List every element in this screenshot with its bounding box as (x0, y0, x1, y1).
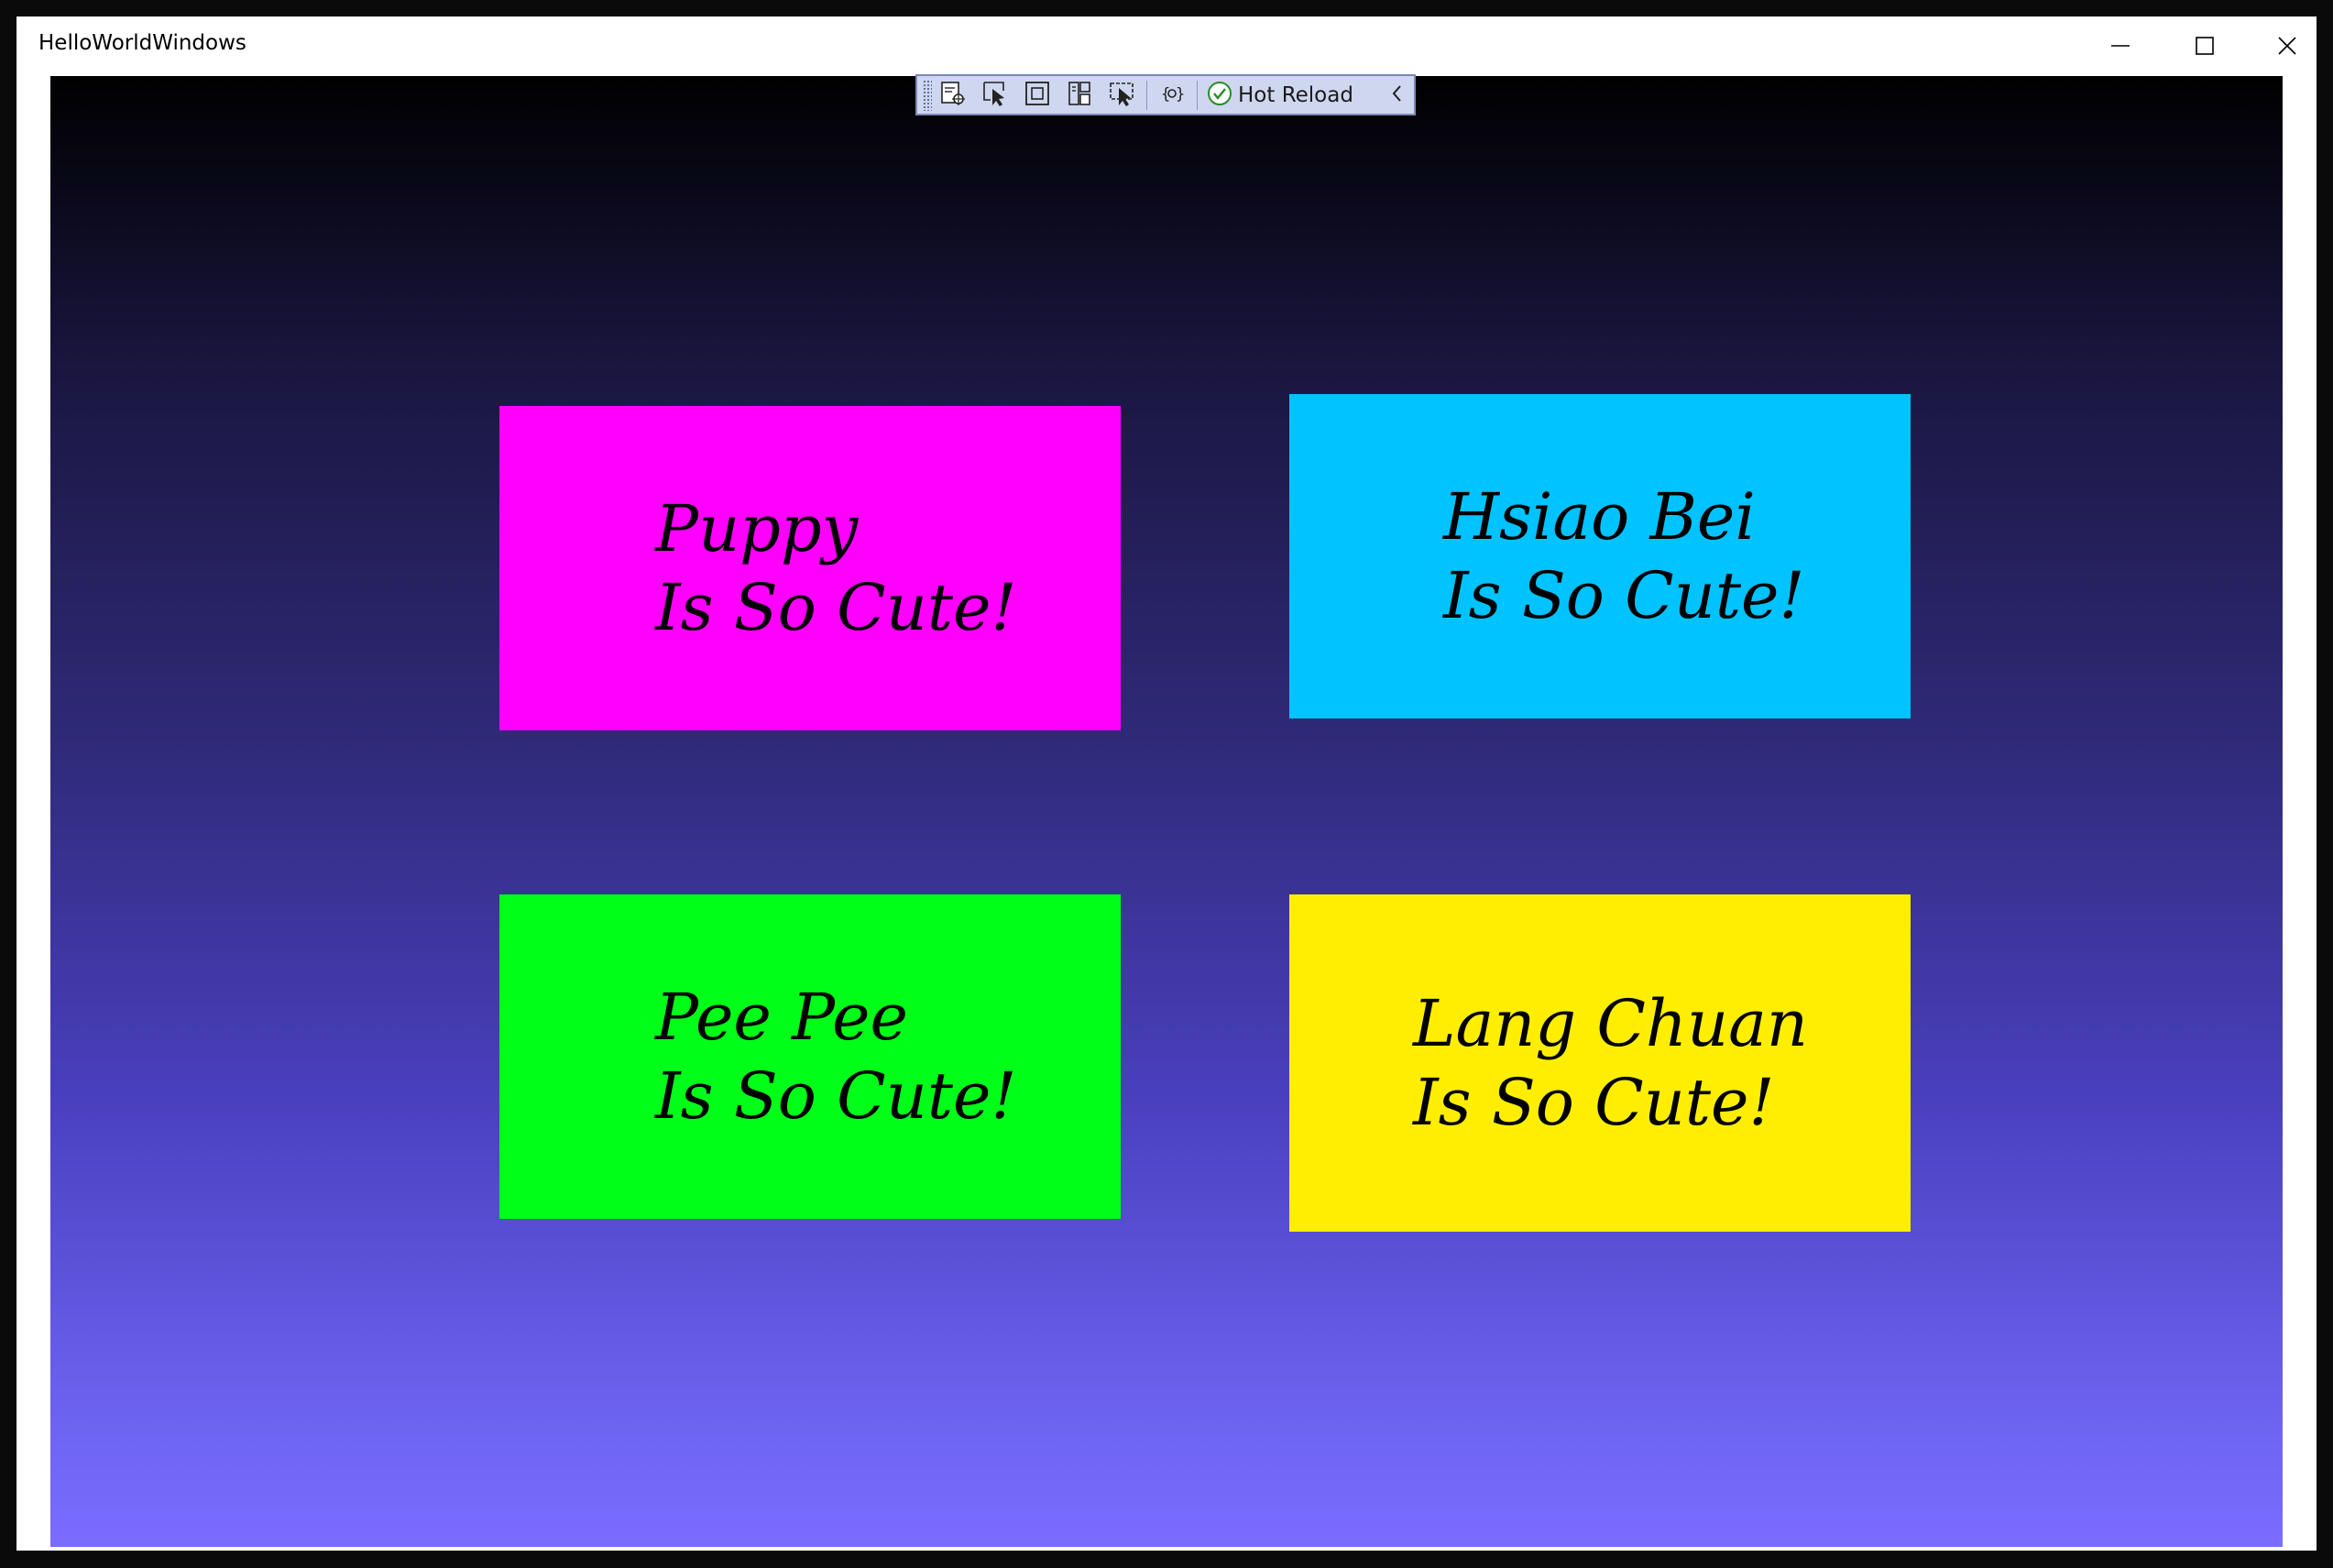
select-element-button[interactable] (974, 76, 1016, 114)
binding-failures-button[interactable] (1101, 76, 1143, 114)
close-icon (2277, 36, 2297, 56)
close-button[interactable] (2245, 16, 2329, 75)
toolbar-grip[interactable] (923, 79, 932, 111)
hot-reload-label: Hot Reload (1238, 82, 1353, 107)
card-caption: Is So Cute! (655, 1058, 1017, 1134)
xaml-binding-icon: { } (1158, 80, 1186, 111)
title-bar[interactable]: HelloWorldWindows (16, 16, 2317, 75)
xaml-binding-button[interactable]: { } (1151, 76, 1193, 114)
card-name: Lang Chuan (1413, 986, 1808, 1061)
minimize-button[interactable] (2078, 16, 2163, 75)
checkmark-circle-icon (1207, 81, 1232, 110)
card-hsiao-bei: Hsiao Bei Is So Cute! (1289, 394, 1911, 718)
card-caption: Is So Cute! (655, 570, 1017, 645)
binding-failures-icon (1108, 80, 1135, 111)
track-focus-icon (1066, 80, 1093, 111)
toolbar-separator (1197, 80, 1198, 110)
card-name: Hsiao Bei (1443, 479, 1756, 554)
display-layout-adorners-icon (1024, 80, 1051, 111)
track-focus-button[interactable] (1058, 76, 1101, 114)
live-visual-tree-button[interactable] (932, 76, 974, 114)
desktop: HelloWorldWindows Puppy Is So Cute! Hsia… (0, 0, 2333, 1568)
hot-reload-status[interactable]: Hot Reload (1201, 76, 1353, 114)
card-caption: Is So Cute! (1443, 558, 1805, 633)
maximize-button[interactable] (2163, 16, 2247, 75)
collapse-toolbar-button[interactable] (1381, 76, 1414, 114)
hot-reload-toolbar: { } Hot Reload (915, 74, 1416, 115)
window-title: HelloWorldWindows (38, 31, 246, 55)
toolbar-separator (1146, 80, 1147, 110)
card-puppy: Puppy Is So Cute! (499, 406, 1121, 730)
svg-text:}: } (1176, 85, 1185, 104)
maximize-icon (2195, 36, 2215, 56)
app-content-area: Puppy Is So Cute! Hsiao Bei Is So Cute! … (50, 76, 2283, 1547)
card-name: Puppy (655, 491, 859, 566)
display-layout-adorners-button[interactable] (1016, 76, 1058, 114)
minimize-icon (2110, 36, 2130, 56)
card-lang-chuan: Lang Chuan Is So Cute! (1289, 894, 1911, 1232)
card-name: Pee Pee (655, 980, 908, 1055)
chevron-left-icon (1389, 83, 1406, 107)
card-caption: Is So Cute! (1413, 1065, 1775, 1140)
live-visual-tree-icon (939, 80, 967, 111)
card-pee-pee: Pee Pee Is So Cute! (499, 894, 1121, 1219)
select-element-icon (981, 80, 1009, 111)
